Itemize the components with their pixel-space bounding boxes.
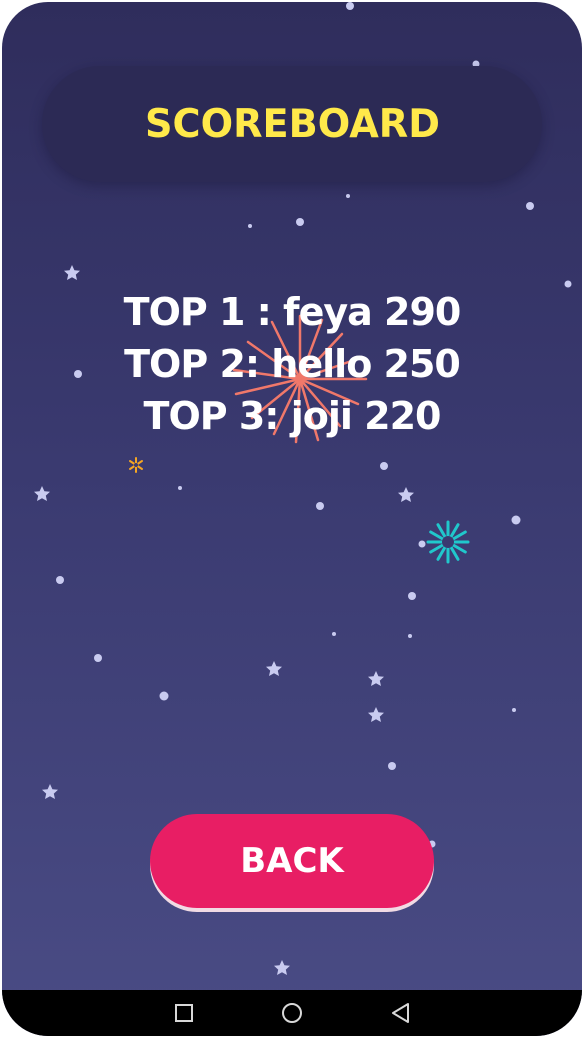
score-entry-1: TOP 1 : feya 290 xyxy=(123,290,462,334)
home-circle-icon[interactable] xyxy=(280,1001,304,1025)
score-list: TOP 1 : feya 290 TOP 2: hello 250 TOP 3:… xyxy=(2,286,582,442)
game-screen: SCOREBOARD TOP 1 : feya 290 TOP 2: hello… xyxy=(2,2,582,1036)
score-entry-2: TOP 2: hello 250 xyxy=(124,342,461,386)
score-entry-3: TOP 3: joji 220 xyxy=(143,394,442,438)
page-title: SCOREBOARD xyxy=(144,101,440,147)
android-navigation-bar xyxy=(2,990,582,1036)
orange-sparkle-icon xyxy=(129,457,143,473)
recent-apps-square-icon[interactable] xyxy=(172,1001,196,1025)
back-button[interactable]: BACK xyxy=(150,814,434,908)
cyan-firework-icon xyxy=(426,520,470,564)
back-triangle-icon[interactable] xyxy=(388,1001,412,1025)
scoreboard-header: SCOREBOARD xyxy=(42,66,542,182)
